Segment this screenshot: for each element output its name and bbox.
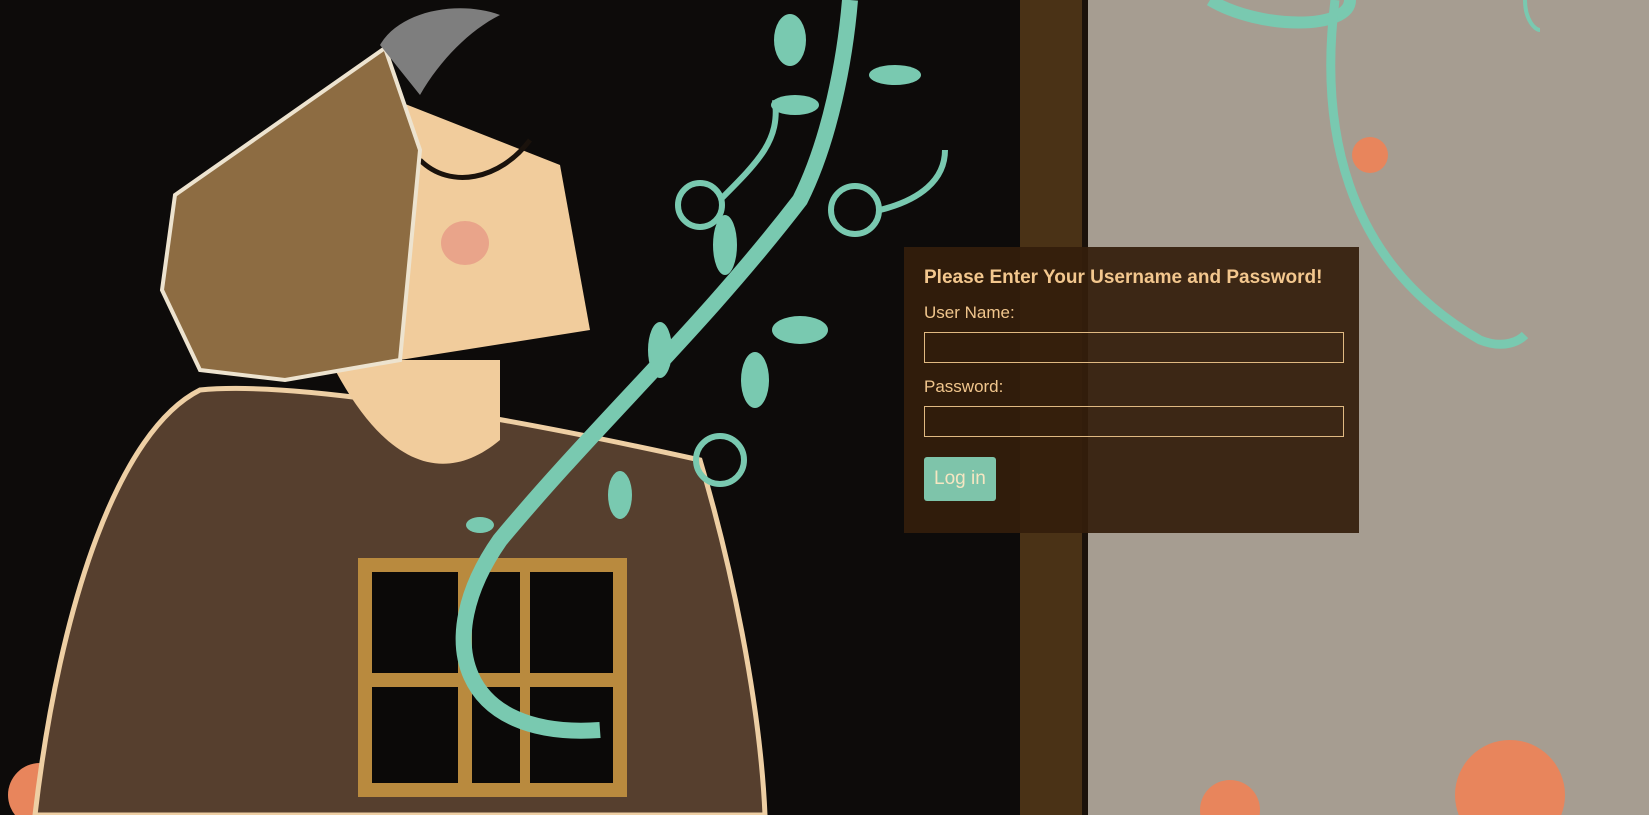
login-title: Please Enter Your Username and Password! — [924, 267, 1323, 288]
window-icon — [358, 558, 627, 797]
password-input[interactable] — [924, 406, 1344, 437]
username-label: User Name: — [924, 303, 1015, 322]
login-form: Please Enter Your Username and Password!… — [904, 247, 1359, 533]
background-illustration — [0, 0, 1649, 815]
password-label: Password: — [924, 377, 1004, 396]
username-input[interactable] — [924, 332, 1344, 363]
login-button[interactable]: Log in — [924, 457, 996, 501]
virus-icon — [1352, 137, 1388, 173]
